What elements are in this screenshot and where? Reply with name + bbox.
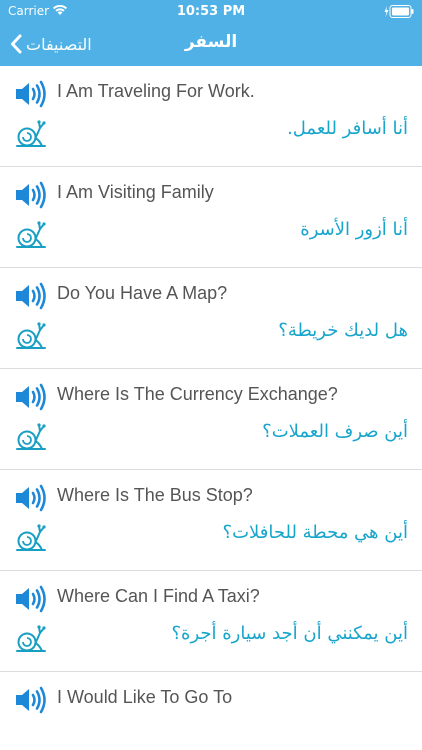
- phrase-english: Where Can I Find A Taxi?: [57, 586, 260, 606]
- snail-icon[interactable]: [14, 119, 48, 149]
- speaker-icon[interactable]: [14, 383, 48, 411]
- phrase-list[interactable]: I Am Traveling For Work. أنا أسافر للعمل…: [0, 66, 422, 750]
- snail-icon[interactable]: [14, 523, 48, 553]
- phrase-english: I Would Like To Go To: [57, 687, 233, 707]
- phrase-arabic: أين صرف العملات؟: [262, 421, 408, 442]
- phrase-english: Where Is The Currency Exchange?: [57, 384, 338, 404]
- phrase-english: I Am Traveling For Work.: [57, 81, 255, 101]
- header: Carrier 10:53 PM التصنيفات السفر: [0, 0, 422, 66]
- speaker-icon[interactable]: [14, 484, 48, 512]
- snail-icon[interactable]: [14, 624, 48, 654]
- speaker-icon[interactable]: [14, 80, 48, 108]
- speaker-icon[interactable]: [14, 585, 48, 613]
- speaker-icon[interactable]: [14, 282, 48, 310]
- list-item: I Would Like To Go To: [0, 672, 422, 750]
- list-item: I Am Visiting Family أنا أزور الأسرة: [0, 167, 422, 268]
- status-bar: Carrier 10:53 PM: [0, 0, 422, 22]
- list-item: Where Can I Find A Taxi? أين يمكنني أن أ…: [0, 571, 422, 672]
- status-time: 10:53 PM: [176, 4, 246, 19]
- snail-icon[interactable]: [14, 422, 48, 452]
- phrase-arabic: أين هي محطة للحافلات؟: [222, 522, 408, 543]
- phrase-english: I Am Visiting Family: [57, 182, 214, 202]
- snail-icon[interactable]: [14, 321, 48, 351]
- battery-icon: [384, 5, 414, 18]
- list-item: I Am Traveling For Work. أنا أسافر للعمل…: [0, 66, 422, 167]
- list-item: Do You Have A Map? هل لديك خريطة؟: [0, 268, 422, 369]
- page-title: السفر: [184, 32, 238, 52]
- list-item: Where Is The Bus Stop? أين هي محطة للحاف…: [0, 470, 422, 571]
- phrase-arabic: أين يمكنني أن أجد سيارة أجرة؟: [171, 623, 408, 644]
- phrase-english: Do You Have A Map?: [57, 283, 228, 303]
- navigation-bar: التصنيفات السفر: [0, 22, 422, 66]
- speaker-icon[interactable]: [14, 686, 48, 714]
- speaker-icon[interactable]: [14, 181, 48, 209]
- phrase-english: Where Is The Bus Stop?: [57, 485, 253, 505]
- phrase-arabic: أنا أسافر للعمل.: [287, 118, 408, 139]
- snail-icon[interactable]: [14, 220, 48, 250]
- list-item: Where Is The Currency Exchange? أين صرف …: [0, 369, 422, 470]
- phrase-arabic: أنا أزور الأسرة: [300, 219, 408, 240]
- phrase-arabic: هل لديك خريطة؟: [278, 320, 408, 341]
